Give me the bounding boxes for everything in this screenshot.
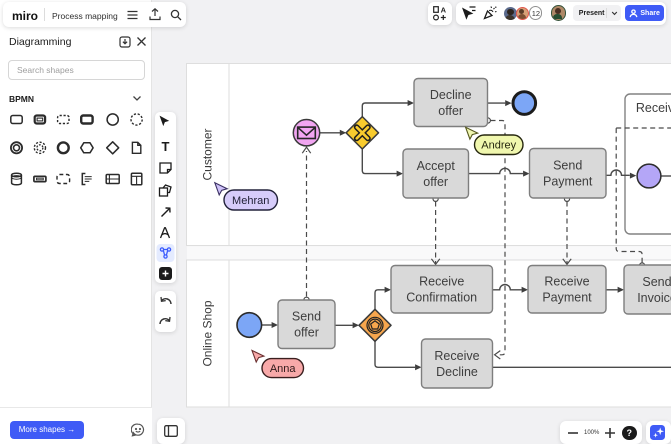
svg-text:Decline: Decline — [430, 88, 472, 102]
svg-text:Mehran: Mehran — [232, 195, 269, 207]
svg-text:Customer: Customer — [201, 128, 215, 180]
svg-text:Decline: Decline — [436, 365, 478, 379]
svg-text:Receive: Receive — [434, 349, 479, 363]
svg-text:Send: Send — [553, 159, 582, 173]
svg-text:Receive: Receive — [419, 275, 464, 289]
svg-text:Payment: Payment — [543, 175, 593, 189]
svg-text:Invoice: Invoice — [637, 291, 671, 305]
svg-text:Send: Send — [642, 275, 671, 289]
svg-text:A: A — [441, 6, 447, 15]
svg-text:Online Shop: Online Shop — [201, 300, 215, 366]
svg-text:Receive Invoice: Receive Invoice — [636, 101, 671, 115]
svg-text:Accept: Accept — [417, 159, 456, 173]
svg-text:T: T — [162, 139, 170, 154]
svg-text:Anna: Anna — [270, 363, 297, 375]
svg-text:offer: offer — [423, 175, 448, 189]
svg-text:offer: offer — [438, 104, 463, 118]
svg-text:Confirmation: Confirmation — [406, 291, 477, 305]
svg-text:Payment: Payment — [542, 291, 592, 305]
svg-text:Send: Send — [292, 310, 321, 324]
svg-text:offer: offer — [294, 326, 319, 340]
svg-text:Andrey: Andrey — [481, 140, 516, 152]
svg-text:Receive: Receive — [544, 275, 589, 289]
